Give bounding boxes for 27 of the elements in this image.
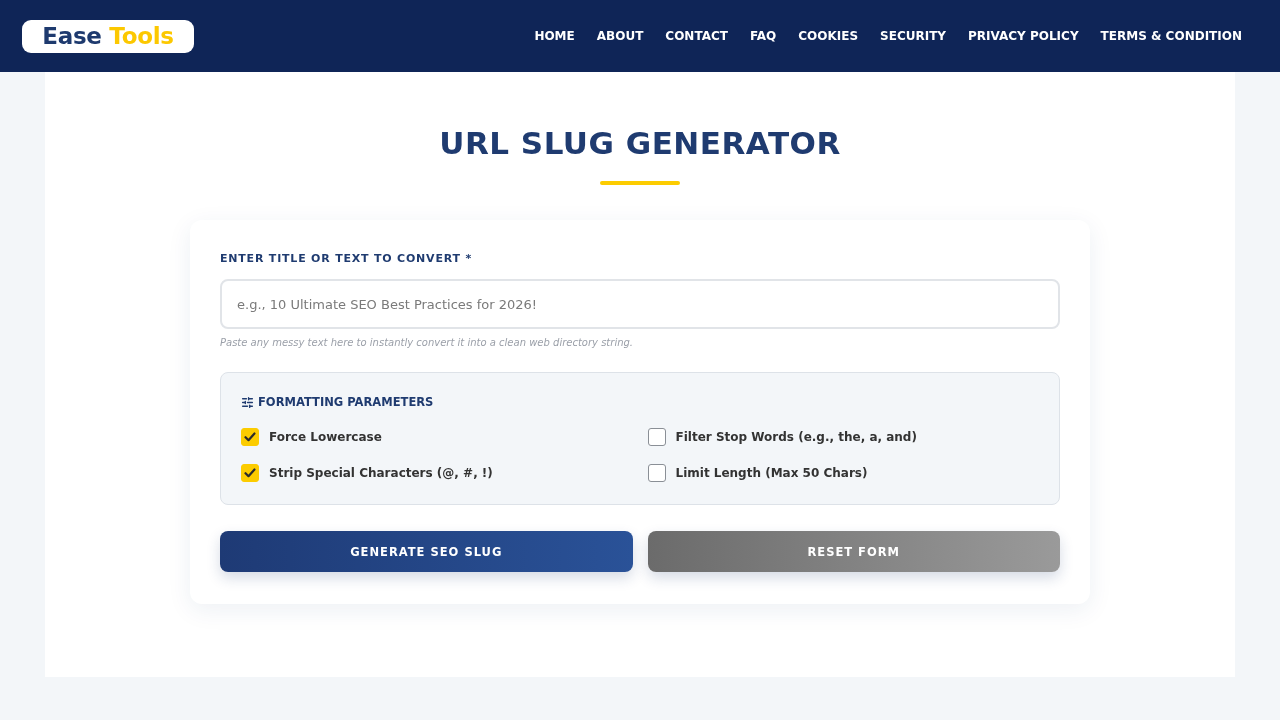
nav-link[interactable]: SECURITY xyxy=(880,29,947,43)
nav-link[interactable]: TERMS & CONDITION xyxy=(1100,29,1242,43)
field-label: ENTER TITLE OR TEXT TO CONVERT * xyxy=(220,251,473,267)
checkbox[interactable] xyxy=(647,464,666,482)
text-input[interactable]: e.g., 10 Ultimate SEO Best Practices for 2026! xyxy=(220,279,1060,329)
option-label: Strip Special Characters (@, #, !) xyxy=(269,465,493,482)
section-title: FORMATTING PARAMETERS xyxy=(258,394,434,410)
hint-text: Paste any messy text here to instantly convert it into a clean web directory string. xyxy=(220,336,635,350)
sliders-icon xyxy=(241,395,254,409)
nav-link[interactable]: COOKIES xyxy=(798,29,859,43)
nav-link[interactable]: HOME xyxy=(534,29,575,43)
generate-button[interactable]: GENERATE SEO SLUG xyxy=(220,531,633,572)
page-title: URL SLUG GENERATOR xyxy=(439,124,841,163)
nav-link[interactable]: CONTACT xyxy=(665,29,728,43)
option-label: Filter Stop Words (e.g., the, a, and) xyxy=(675,429,917,446)
option-label: Force Lowercase xyxy=(269,429,382,446)
checkbox[interactable] xyxy=(241,428,259,446)
check-icon xyxy=(244,468,256,478)
checkbox[interactable] xyxy=(647,428,666,446)
reset-button[interactable]: RESET FORM xyxy=(647,531,1060,572)
logo[interactable]: Ease Tools xyxy=(22,19,194,53)
check-icon xyxy=(244,432,256,442)
checkbox[interactable] xyxy=(241,464,259,482)
option-label: Limit Length (Max 50 Chars) xyxy=(675,465,868,482)
nav-link[interactable]: FAQ xyxy=(749,29,777,43)
nav-link[interactable]: PRIVACY POLICY xyxy=(968,29,1079,43)
nav-link[interactable]: ABOUT xyxy=(596,29,644,43)
